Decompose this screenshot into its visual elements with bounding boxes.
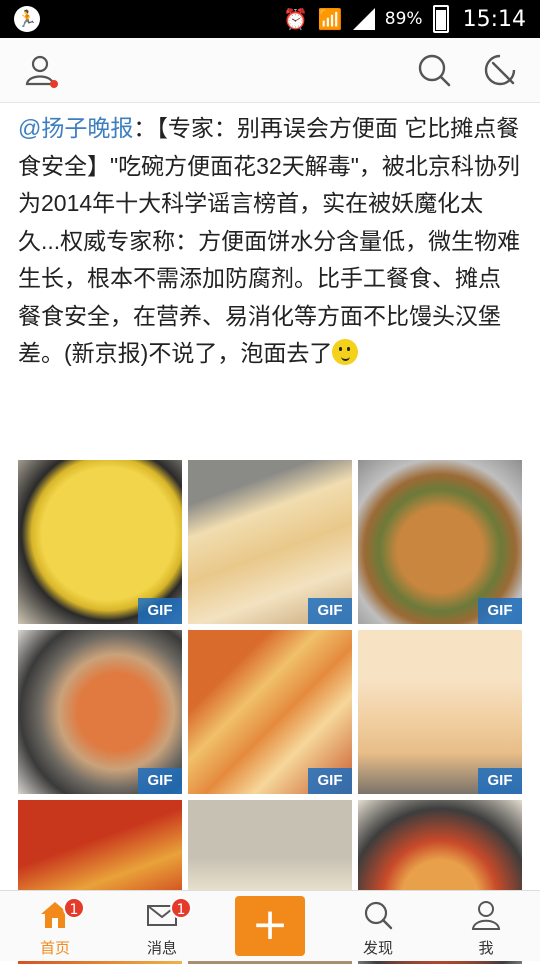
battery-percent: 89% (384, 9, 423, 29)
tab-messages[interactable]: 1 消息 (112, 891, 212, 961)
image-tile[interactable]: GIF (188, 630, 352, 794)
image-tile[interactable]: GIF (188, 460, 352, 624)
radar-icon[interactable] (482, 52, 518, 88)
status-bar: 🏃 ⏰ 📶 89% 15:14 (0, 0, 540, 38)
compose-button[interactable]: + (235, 896, 305, 956)
battery-icon (432, 5, 449, 33)
tab-me-label: 我 (478, 940, 494, 957)
image-grid: GIF GIF GIF GIF GIF GIF (18, 460, 522, 964)
signal-icon (352, 8, 375, 30)
tab-me[interactable]: 我 (436, 891, 536, 961)
post: @扬子晚报：【专家：别再误会方便面 它比摊点餐食安全】"吃碗方便面花32天解毒"… (18, 110, 522, 373)
image-tile[interactable]: GIF (358, 630, 522, 794)
gif-badge: GIF (138, 598, 182, 624)
tab-bar: 1 首页 1 消息 + 发现 我 (0, 890, 540, 961)
top-bar (0, 38, 540, 103)
mention-link[interactable]: @扬子晚报 (18, 115, 133, 141)
messages-badge: 1 (170, 897, 192, 919)
clock: 15:14 (462, 6, 526, 32)
notification-dot (50, 80, 58, 88)
gif-badge: GIF (138, 768, 182, 794)
post-body: ：【专家：别再误会方便面 它比摊点餐食安全】"吃碗方便面花32天解毒"，被北京科… (18, 115, 521, 366)
tab-home[interactable]: 1 首页 (5, 891, 105, 961)
gif-badge: GIF (308, 768, 352, 794)
gif-badge: GIF (478, 598, 522, 624)
tab-messages-label: 消息 (146, 940, 177, 957)
tab-home-label: 首页 (39, 940, 70, 957)
alarm-icon: ⏰ (282, 7, 308, 31)
post-text: @扬子晚报：【专家：别再误会方便面 它比摊点餐食安全】"吃碗方便面花32天解毒"… (18, 110, 522, 373)
gif-badge: GIF (478, 768, 522, 794)
image-tile[interactable]: GIF (358, 460, 522, 624)
wifi-icon: 📶 (317, 7, 343, 31)
tab-discover-label: 发现 (362, 940, 393, 957)
search-icon[interactable] (416, 52, 452, 88)
image-tile[interactable]: GIF (18, 460, 182, 624)
thinking-emoji-icon (332, 339, 359, 365)
search-icon (364, 901, 393, 930)
tab-discover[interactable]: 发现 (328, 891, 428, 961)
home-badge: 1 (63, 897, 85, 919)
running-icon: 🏃 (14, 6, 40, 32)
profile-icon (471, 901, 501, 930)
image-tile[interactable]: GIF (18, 630, 182, 794)
gif-badge: GIF (308, 598, 352, 624)
